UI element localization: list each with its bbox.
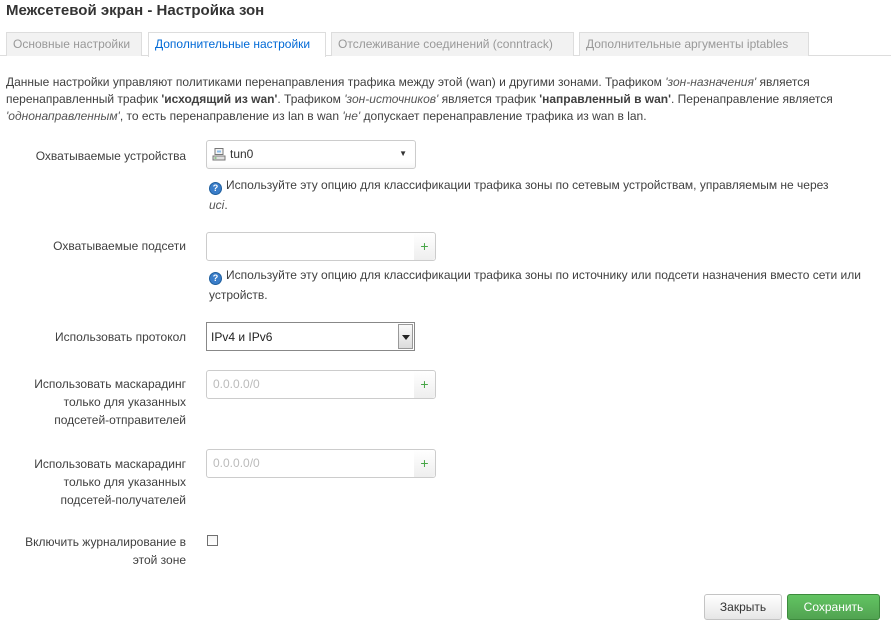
masq-src-label-line: подсетей-отправителей [54,413,186,427]
description-emphasis: 'зон-назначения' [665,75,757,89]
covered-devices-value: tun0 [230,147,254,161]
protocol-value: IPv4 и IPv6 [211,330,273,344]
masq-src-label-line: Использовать маскарадинг [34,377,186,391]
help-icon: ? [209,182,222,195]
description-strong: 'направленный в wan' [539,92,671,106]
description-text: . Перенаправление является [670,92,833,106]
tab-iptables-args[interactable]: Дополнительные аргументы iptables [579,32,809,56]
protocol-select[interactable]: IPv4 и IPv6 [206,322,415,351]
protocol-label: Использовать протокол [55,330,186,344]
masq-dest-list: 0.0.0.0/0 + [206,449,436,478]
logging-label-line: Включить журналирование в [25,535,186,549]
logging-label-line: этой зоне [132,553,186,567]
masq-dest-input[interactable]: 0.0.0.0/0 [207,450,415,477]
help-text: . [224,198,228,212]
description-text: Данные настройки управляют политиками пе… [6,75,666,89]
tab-conntrack[interactable]: Отслеживание соединений (conntrack) [331,32,574,56]
covered-subnets-list: + [206,232,436,261]
covered-subnets-input[interactable] [207,233,415,260]
tab-advanced-settings[interactable]: Дополнительные настройки [148,32,326,57]
masq-src-label: Использовать маскарадинг только для указ… [34,375,186,429]
masq-dest-label-line: подсетей-получателей [60,493,186,507]
masq-dest-label: Использовать маскарадинг только для указ… [34,455,186,509]
description-text: является трафик [438,92,540,106]
description-text: , то есть перенаправление из lan в wan [119,109,343,123]
plus-icon[interactable]: + [414,371,435,398]
chevron-down-icon: ▼ [399,149,407,158]
chevron-down-icon[interactable] [398,324,413,349]
masq-dest-label-line: только для указанных [63,475,186,489]
masq-src-input[interactable]: 0.0.0.0/0 [207,371,415,398]
logging-checkbox[interactable] [207,535,218,546]
masq-src-list: 0.0.0.0/0 + [206,370,436,399]
description-emphasis: 'не' [342,109,361,123]
masq-dest-label-line: Использовать маскарадинг [34,457,186,471]
covered-subnets-help: ? Используйте эту опцию для классификации… [209,265,889,305]
tab-basic-settings[interactable]: Основные настройки [6,32,142,56]
description-strong: 'исходящий из wan' [161,92,278,106]
covered-subnets-label: Охватываемые подсети [53,239,186,253]
help-text: Используйте эту опцию для классификации … [209,268,861,302]
tab-bar: Основные настройки Дополнительные настро… [0,32,891,57]
section-description: Данные настройки управляют политиками пе… [6,74,876,125]
help-icon: ? [209,272,222,285]
save-button[interactable]: Сохранить [787,594,880,620]
help-emphasis: uci [209,198,225,212]
covered-devices-dropdown[interactable]: tun0 ▼ [206,140,416,169]
description-emphasis: 'зон-источников' [344,92,439,106]
help-text: Используйте эту опцию для классификации … [226,178,829,192]
description-emphasis: 'однонаправленным' [6,109,120,123]
covered-devices-help: ? Используйте эту опцию для классификации… [209,175,889,215]
masq-src-label-line: только для указанных [63,395,186,409]
logging-label: Включить журналирование в этой зоне [25,533,186,569]
description-text: . Трафиком [277,92,345,106]
plus-icon[interactable]: + [414,450,435,477]
network-device-icon [212,148,226,161]
covered-devices-label: Охватываемые устройства [35,149,186,163]
page-title: Межсетевой экран - Настройка зон [6,2,265,19]
description-text: допускает перенаправление трафика из wan… [360,109,647,123]
plus-icon[interactable]: + [414,233,435,260]
close-button[interactable]: Закрыть [704,594,782,620]
